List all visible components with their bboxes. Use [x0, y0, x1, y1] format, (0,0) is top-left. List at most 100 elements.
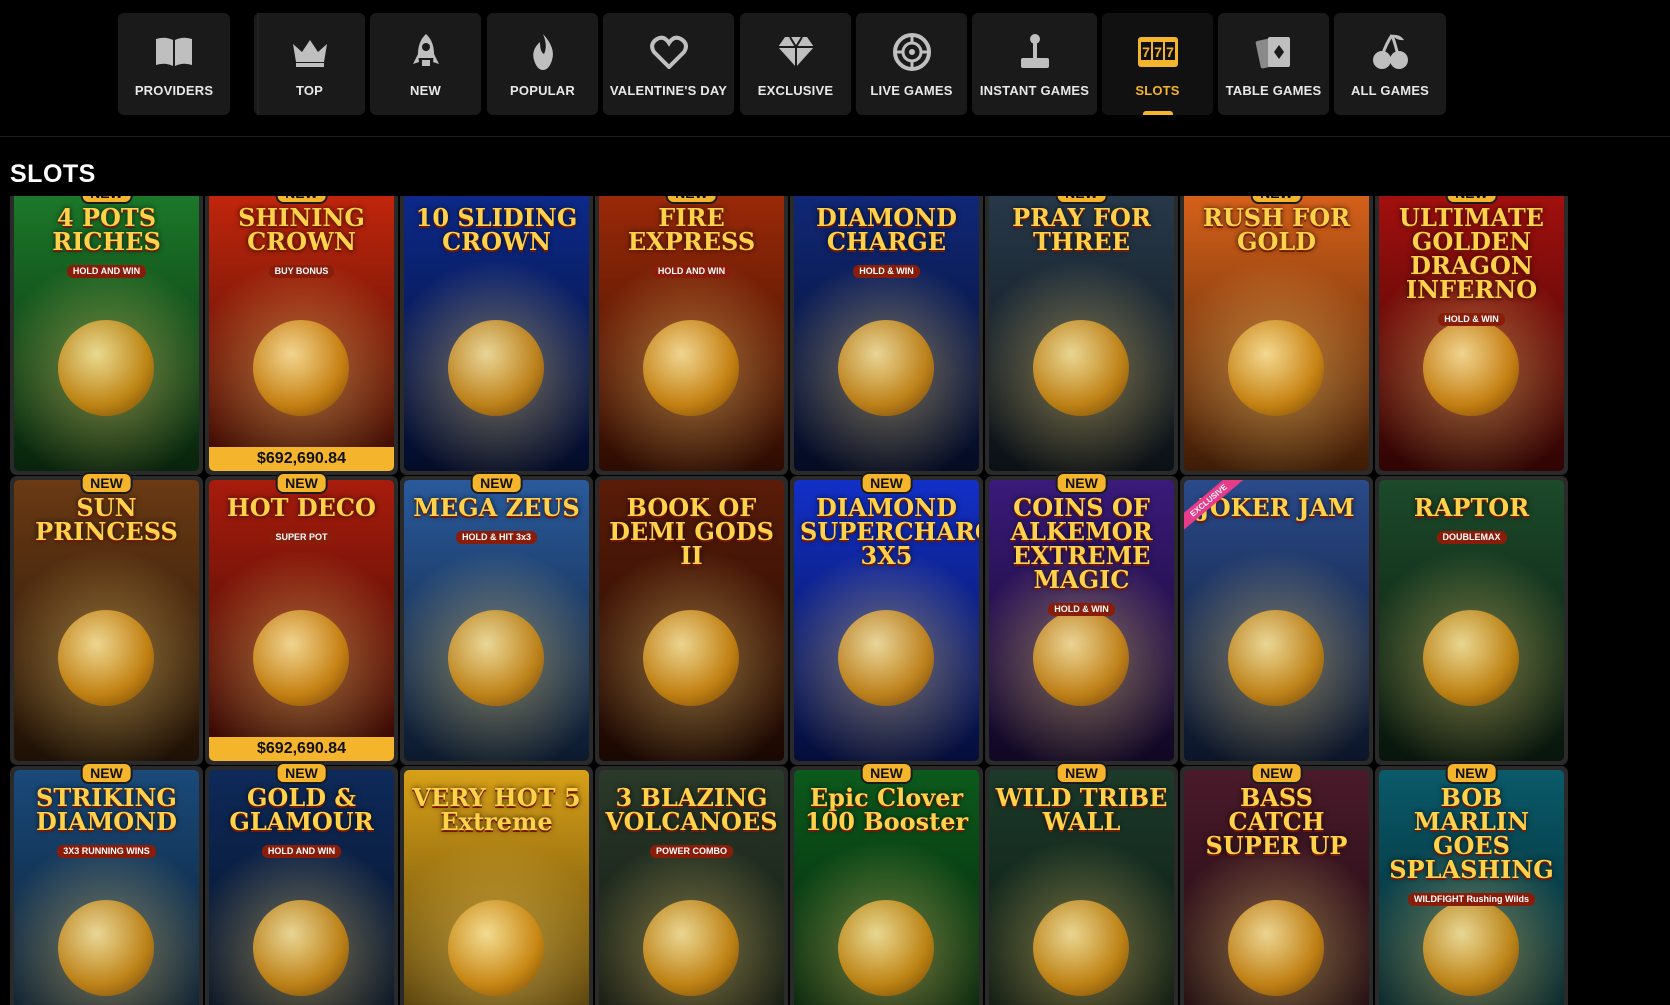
joystick-icon — [1013, 31, 1057, 73]
game-tile[interactable]: WILD TRIBE WALL NEW — [985, 762, 1178, 1005]
active-indicator — [1142, 111, 1173, 115]
section-title: SLOTS — [10, 160, 96, 188]
new-badge: NEW — [1445, 762, 1498, 784]
category-nav: PROVIDERS TOP NEW POPULAR VALENTINE'S DAY EXC… — [0, 0, 1670, 137]
game-tile[interactable]: DIAMOND SUPERCHARGE 3X5NEW — [790, 472, 983, 765]
game-tile[interactable]: RAPTOR DOUBLEMAX — [1375, 476, 1568, 765]
game-artwork-icon — [1228, 610, 1324, 706]
game-thumbnail: BASS CATCH SUPER UP — [1184, 770, 1369, 1005]
game-tile[interactable]: MEGA ZEUS HOLD & HIT 3x3 NEW — [400, 472, 593, 765]
new-badge: NEW — [80, 196, 133, 204]
game-artwork-icon — [58, 610, 154, 706]
nav-item-providers[interactable]: PROVIDERS — [118, 13, 230, 115]
game-tile[interactable]: 3 BLAZING VOLCANOES POWER COMBO — [595, 766, 788, 1005]
game-artwork-icon — [1423, 320, 1519, 416]
svg-text:7: 7 — [1166, 44, 1174, 60]
game-tile[interactable]: JOKER JAM EXCLUSIVE — [1180, 476, 1373, 765]
nav-item-popular[interactable]: POPULAR — [487, 13, 598, 115]
nav-item-slots[interactable]: 7 7 7 SLOTS — [1102, 13, 1213, 115]
game-title: DIAMOND CHARGE HOLD & WIN — [816, 203, 957, 278]
game-subtitle: HOLD AND WIN — [66, 265, 147, 278]
nav-item-new[interactable]: NEW — [370, 13, 481, 115]
cherries-icon — [1368, 31, 1412, 73]
game-title: RAPTOR DOUBLEMAX — [1413, 493, 1530, 544]
book-icon — [152, 31, 196, 73]
game-tile[interactable]: SUN PRINCESS NEW — [10, 472, 203, 765]
game-tile[interactable]: VERY HOT 5 Extreme — [400, 766, 593, 1005]
nav-item-live-games[interactable]: LIVE GAMES — [856, 13, 967, 115]
nav-item-exclusive[interactable]: EXCLUSIVE — [740, 13, 851, 115]
game-artwork-icon — [1228, 320, 1324, 416]
game-thumbnail: Epic Clover 100 Booster — [794, 770, 979, 1005]
game-tile[interactable]: BOOK OF DEMI GODS II — [595, 476, 788, 765]
game-thumbnail: RAPTOR DOUBLEMAX — [1379, 480, 1564, 761]
diamond-icon — [774, 31, 818, 73]
game-subtitle: HOLD & WIN — [853, 265, 920, 278]
game-title: WILD TRIBE WALL — [995, 783, 1168, 836]
game-tile[interactable]: HOT DECO SUPER POT $692,690.84 NEW — [205, 472, 398, 765]
nav-item-top[interactable]: TOP — [254, 13, 365, 115]
new-badge: NEW — [1055, 472, 1108, 494]
game-artwork-icon — [643, 610, 739, 706]
game-thumbnail: DIAMOND SUPERCHARGE 3X5 — [794, 480, 979, 761]
new-badge: NEW — [860, 762, 913, 784]
new-badge: NEW — [275, 196, 328, 204]
game-tile[interactable]: STRIKING DIAMOND 3X3 RUNNING WINS NEW — [10, 762, 203, 1005]
game-tile[interactable]: RUSH FOR GOLDNEW — [1180, 196, 1373, 475]
game-title: FIRE EXPRESS HOLD AND WIN — [627, 203, 756, 278]
game-title: BOOK OF DEMI GODS II — [609, 493, 774, 570]
game-title: GOLD & GLAMOUR HOLD AND WIN — [229, 783, 374, 858]
game-tile[interactable]: COINS OF ALKEMOR EXTREME MAGIC HOLD & WIN… — [985, 472, 1178, 765]
game-tile[interactable]: ULTIMATE GOLDEN DRAGON INFERNO HOLD & WIN… — [1375, 196, 1568, 475]
game-tile[interactable]: GOLD & GLAMOUR HOLD AND WIN NEW — [205, 762, 398, 1005]
game-thumbnail: BOB MARLIN GOES SPLASHING WILDFIGHT Rushi… — [1379, 770, 1564, 1005]
nav-item-table-games[interactable]: TABLE GAMES — [1218, 13, 1329, 115]
game-tile[interactable]: PRAY FOR THREENEW — [985, 196, 1178, 475]
game-tile[interactable]: FIRE EXPRESSHOLD AND WINNEW — [595, 196, 788, 475]
roulette-icon — [890, 31, 934, 73]
game-subtitle: 3X3 RUNNING WINS — [57, 845, 156, 858]
nav-item-all-games[interactable]: ALL GAMES — [1334, 13, 1446, 115]
nav-item-label: LIVE GAMES — [870, 83, 953, 98]
game-title: 4 POTS RICHES HOLD AND WIN — [52, 203, 161, 278]
game-artwork-icon — [448, 610, 544, 706]
game-artwork-icon — [1033, 610, 1129, 706]
nav-item-label: SLOTS — [1135, 83, 1180, 98]
nav-item-label: ALL GAMES — [1350, 83, 1430, 98]
game-tile[interactable]: 10 SLIDING CROWN — [400, 196, 593, 475]
game-thumbnail: WILD TRIBE WALL — [989, 770, 1174, 1005]
game-artwork-icon — [1228, 900, 1324, 996]
games-grid: 4 POTS RICHESHOLD AND WINNEWSHINING CROW… — [10, 196, 1660, 1005]
game-tile[interactable]: DIAMOND CHARGE HOLD & WIN — [790, 196, 983, 475]
game-title: BOB MARLIN GOES SPLASHING WILDFIGHT Rushi… — [1389, 783, 1554, 906]
game-title: MEGA ZEUS HOLD & HIT 3x3 — [413, 493, 580, 544]
slot-777-icon: 777 — [1136, 31, 1180, 73]
nav-item-label: EXCLUSIVE — [757, 83, 834, 98]
game-subtitle: BUY BONUS — [268, 265, 335, 278]
game-subtitle: HOLD & WIN — [1438, 313, 1505, 326]
rocket-icon — [404, 31, 448, 73]
nav-item-label: TOP — [295, 83, 324, 98]
new-badge: NEW — [1445, 196, 1498, 204]
game-artwork-icon — [838, 610, 934, 706]
game-tile[interactable]: 4 POTS RICHESHOLD AND WINNEW — [10, 196, 203, 475]
game-thumbnail: 3 BLAZING VOLCANOES POWER COMBO — [599, 770, 784, 1005]
game-title: SUN PRINCESS — [35, 493, 178, 546]
new-badge: NEW — [80, 472, 133, 494]
jackpot-amount: $692,690.84 — [209, 737, 394, 761]
nav-divider — [257, 13, 259, 115]
game-subtitle: HOLD & HIT 3x3 — [455, 531, 537, 544]
nav-item-valentine-s-day[interactable]: VALENTINE'S DAY — [603, 13, 734, 115]
flame-icon — [521, 31, 565, 73]
new-badge: NEW — [1055, 762, 1108, 784]
game-thumbnail: FIRE EXPRESS HOLD AND WIN — [599, 196, 784, 471]
game-thumbnail: COINS OF ALKEMOR EXTREME MAGIC HOLD & WIN — [989, 480, 1174, 761]
nav-item-instant-games[interactable]: INSTANT GAMES — [972, 13, 1097, 115]
game-thumbnail: SUN PRINCESS — [14, 480, 199, 761]
game-tile[interactable]: BOB MARLIN GOES SPLASHING WILDFIGHT Rushi… — [1375, 762, 1568, 1005]
game-tile[interactable]: SHINING CROWNBUY BONUS $692,690.84 NEW — [205, 196, 398, 475]
game-tile[interactable]: BASS CATCH SUPER UP NEW — [1180, 762, 1373, 1005]
game-title: COINS OF ALKEMOR EXTREME MAGIC HOLD & WIN — [1010, 493, 1153, 616]
game-title: DIAMOND SUPERCHARGE 3X5 — [800, 493, 979, 570]
game-tile[interactable]: Epic Clover 100 Booster NEW — [790, 762, 983, 1005]
